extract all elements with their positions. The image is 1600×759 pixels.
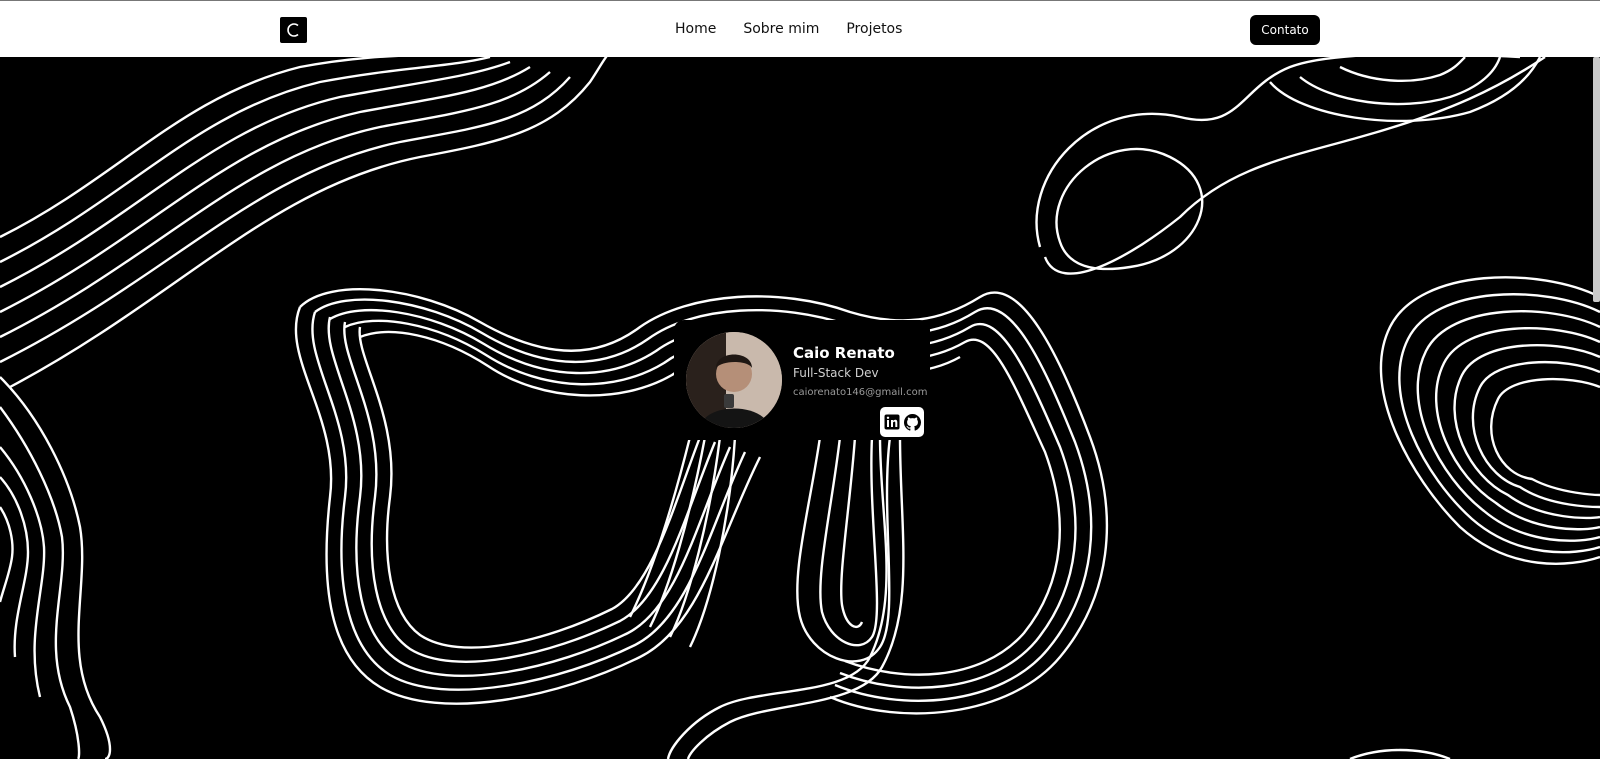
nav-home[interactable]: Home [675,19,716,39]
scrollbar-thumb[interactable] [1593,57,1600,302]
profile-role: Full-Stack Dev [793,366,879,380]
linkedin-icon[interactable] [884,414,900,430]
contact-button[interactable]: Contato [1250,15,1320,45]
profile-name: Caio Renato [793,344,895,362]
main-nav: Home Sobre mim Projetos [675,19,929,39]
logo[interactable] [280,17,307,43]
profile-email[interactable]: caiorenato146@gmail.com [793,387,927,398]
avatar-photo [686,332,782,428]
navbar: Home Sobre mim Projetos Contato [0,0,1600,57]
avatar [686,332,782,428]
logo-c-icon [286,23,299,37]
nav-projetos[interactable]: Projetos [846,19,902,39]
nav-sobre-mim[interactable]: Sobre mim [743,19,819,39]
social-links [880,407,924,437]
profile-card: Caio Renato Full-Stack Dev caiorenato146… [674,320,930,440]
github-icon[interactable] [903,413,921,431]
